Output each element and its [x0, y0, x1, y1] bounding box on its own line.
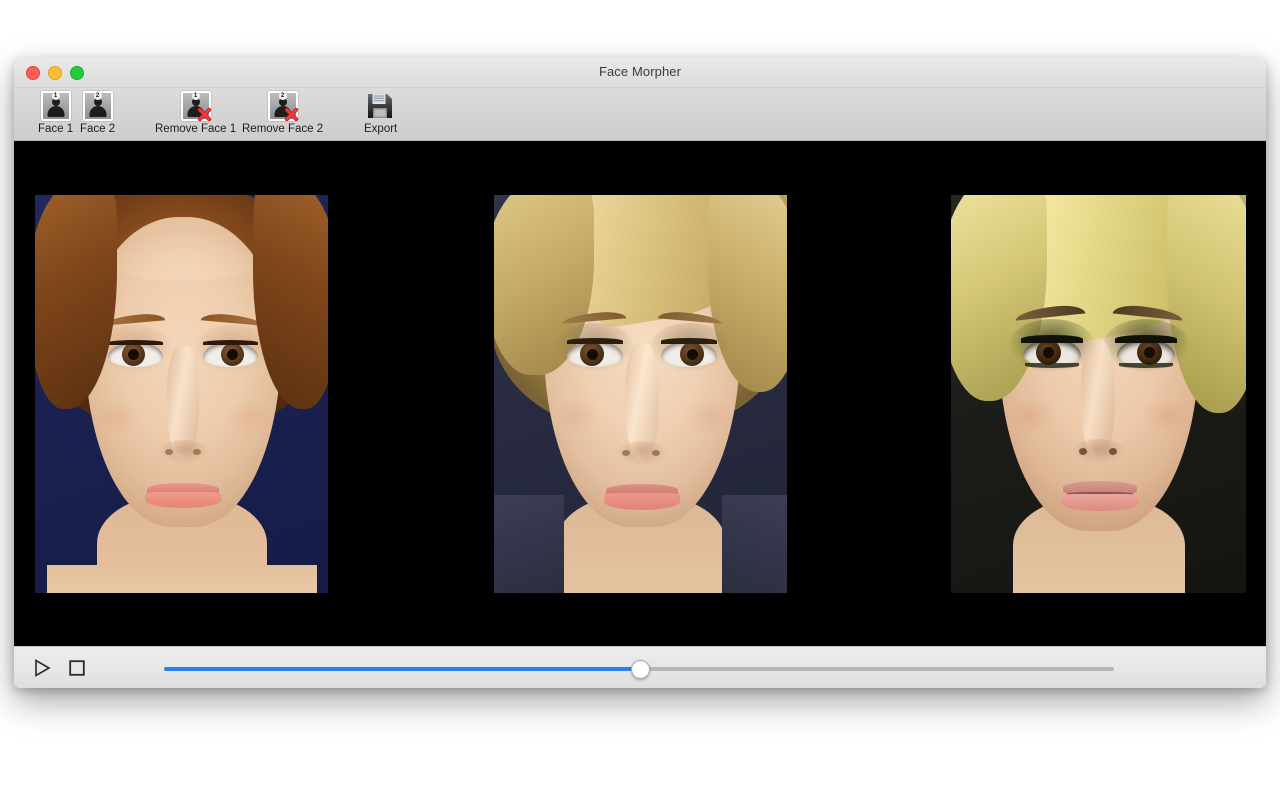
- red-x-icon: [284, 107, 298, 122]
- stop-button[interactable]: [67, 658, 87, 678]
- person-1-remove-icon: 1: [180, 91, 211, 122]
- face-1-artwork: [35, 195, 328, 593]
- title-bar: Face Morpher: [14, 58, 1266, 88]
- playback-bar: [14, 646, 1266, 688]
- photo-panel-face-1[interactable]: [35, 195, 328, 593]
- slider-knob[interactable]: [630, 660, 650, 679]
- photo-panel-morph-result[interactable]: [494, 195, 787, 593]
- preview-canvas[interactable]: [14, 141, 1266, 646]
- play-button[interactable]: [32, 658, 52, 678]
- window-title: Face Morpher: [598, 64, 682, 79]
- toolbar-label-export: Export: [364, 123, 398, 135]
- morph-position-slider[interactable]: [164, 660, 1114, 679]
- stop-icon: [69, 660, 85, 676]
- toolbar-label-face-2: Face 2: [80, 123, 116, 135]
- toolbar-button-remove-face-1[interactable]: 1 Remove Face 1: [155, 91, 236, 136]
- toolbar-button-export[interactable]: Export: [364, 91, 397, 136]
- toolbar-label-remove-face-2: Remove Face 2: [242, 123, 324, 135]
- morph-artwork: [494, 195, 787, 593]
- toolbar: 1 Face 1 2 Face 2 1 Remove Face 1 2 Remo…: [14, 88, 1266, 141]
- face-2-artwork: [951, 195, 1246, 593]
- toolbar-label-face-1: Face 1: [38, 123, 74, 135]
- red-x-icon: [197, 107, 211, 122]
- photo-panel-face-2[interactable]: [951, 195, 1246, 593]
- app-window: Face Morpher 1 Face 1 2 Face 2 1 Remove …: [14, 58, 1266, 688]
- slider-fill: [164, 667, 639, 671]
- floppy-disk-icon: [366, 91, 396, 121]
- person-2-remove-icon: 2: [267, 91, 298, 122]
- toolbar-button-remove-face-2[interactable]: 2 Remove Face 2: [242, 91, 323, 136]
- person-2-icon: 2: [82, 91, 113, 121]
- person-1-icon: 1: [40, 91, 71, 121]
- toolbar-label-remove-face-1: Remove Face 1: [155, 123, 237, 135]
- play-icon: [35, 659, 51, 677]
- screen: Face Morpher 1 Face 1 2 Face 2 1 Remove …: [0, 0, 1280, 800]
- toolbar-button-face-1[interactable]: 1 Face 1: [38, 91, 73, 136]
- toolbar-button-face-2[interactable]: 2 Face 2: [80, 91, 115, 136]
